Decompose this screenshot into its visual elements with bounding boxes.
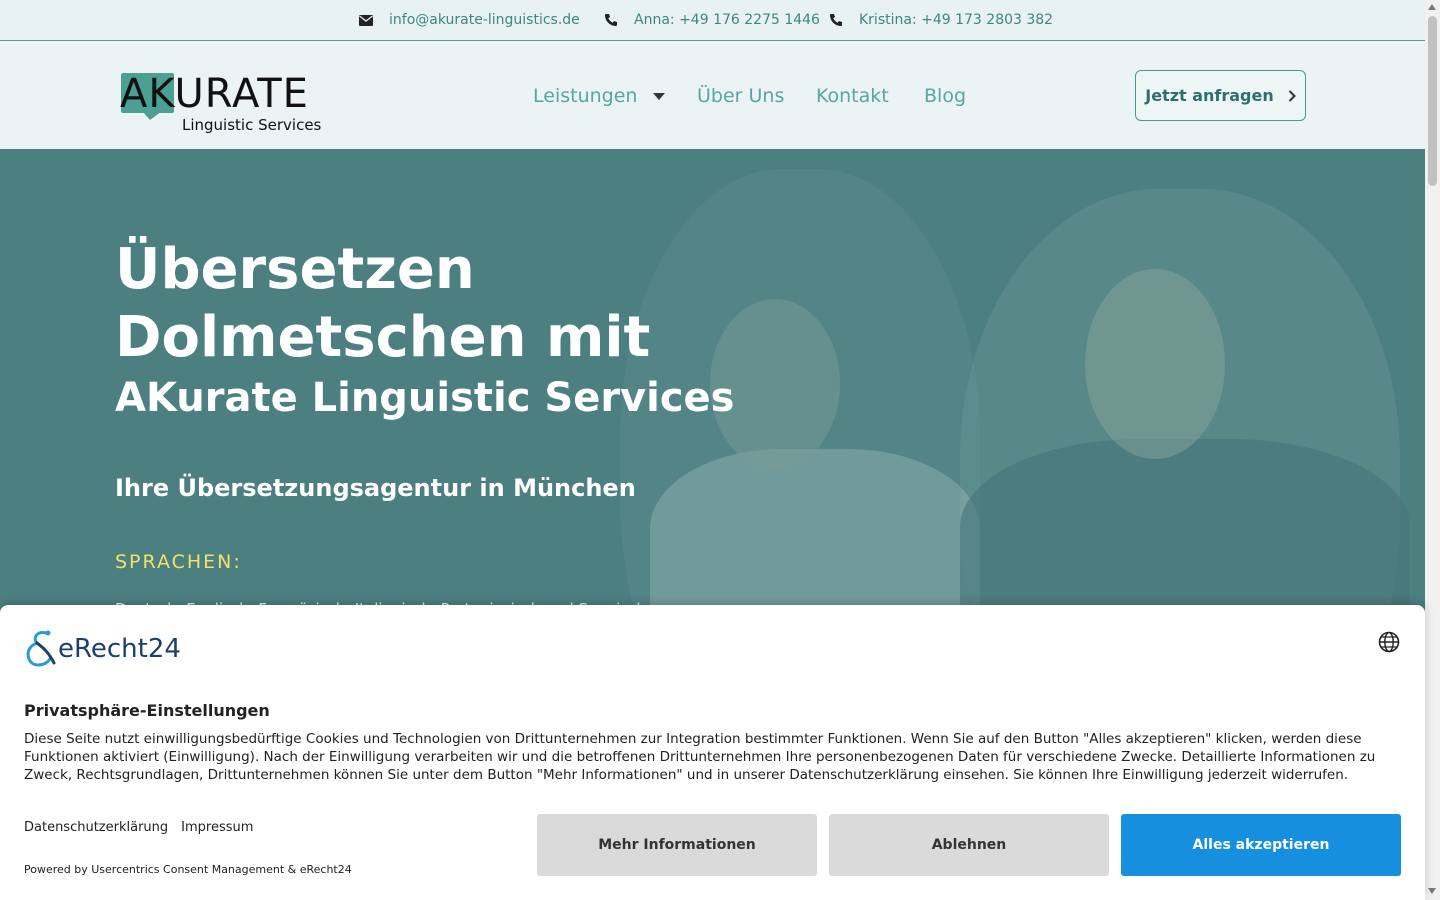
phone-anna-text: Anna: +49 176 2275 1446 (634, 12, 820, 28)
nav-kontakt-label: Kontakt (816, 85, 889, 107)
scrollbar-thumb[interactable] (1428, 16, 1437, 186)
chevron-right-icon (1288, 89, 1296, 102)
nav-leistungen-label: Leistungen (533, 85, 638, 107)
email-text: info@akurate-linguistics.de (389, 12, 580, 28)
logo-subtitle: Linguistic Services (182, 116, 322, 134)
languages-heading: SPRACHEN: (115, 551, 242, 573)
accept-all-button[interactable]: Alles akzeptieren (1121, 814, 1401, 876)
nav-kontakt[interactable]: Kontakt (816, 85, 889, 107)
hero-subtitle: Ihre Übersetzungsagentur in München (115, 474, 636, 502)
hero-heading-line2: Dolmetschen mit (115, 305, 651, 370)
cookie-consent-banner: eRecht24 Privatsphäre-Einstellungen Dies… (0, 605, 1425, 900)
nav-leistungen[interactable]: Leistungen (533, 85, 666, 107)
page-scrollbar[interactable] (1425, 0, 1440, 900)
imprint-link[interactable]: Impressum (181, 820, 253, 835)
hero-heading-line3: AKurate Linguistic Services (115, 375, 735, 421)
envelope-icon (359, 14, 373, 26)
phone-icon (604, 13, 618, 27)
globe-icon[interactable] (1378, 631, 1400, 653)
phone-kristina-link[interactable]: Kristina: +49 173 2803 382 (829, 0, 1053, 40)
consent-links: Datenschutzerklärung Impressum (24, 820, 253, 835)
consent-title: Privatsphäre-Einstellungen (24, 701, 270, 720)
powered-by-text: Powered by Usercentrics Consent Manageme… (24, 863, 352, 876)
erecht24-brand-name: eRecht24 (58, 634, 181, 664)
privacy-policy-link[interactable]: Datenschutzerklärung (24, 820, 168, 835)
nav-blog-label: Blog (924, 85, 966, 107)
decline-button[interactable]: Ablehnen (829, 814, 1109, 876)
erecht24-brand: eRecht24 (24, 629, 181, 669)
cta-label: Jetzt anfragen (1145, 86, 1274, 105)
logo-wordmark: AKURATE (120, 71, 309, 117)
site-header: AKURATE Linguistic Services Leistungen Ü… (0, 41, 1425, 149)
scroll-up-arrow-icon[interactable] (1428, 4, 1436, 10)
contact-topbar: info@akurate-linguistics.de Anna: +49 17… (0, 0, 1425, 41)
nav-blog[interactable]: Blog (924, 85, 966, 107)
scroll-down-arrow-icon[interactable] (1428, 888, 1436, 894)
email-link[interactable]: info@akurate-linguistics.de (359, 0, 580, 40)
phone-icon (829, 13, 843, 27)
phone-anna-link[interactable]: Anna: +49 176 2275 1446 (604, 0, 820, 40)
chevron-down-icon (653, 92, 666, 100)
erecht24-logo-icon (24, 629, 58, 669)
site-logo[interactable]: AKURATE Linguistic Services (120, 69, 322, 135)
jetzt-anfragen-button[interactable]: Jetzt anfragen (1135, 70, 1306, 121)
hero-heading-line1: Übersetzen (115, 237, 475, 302)
consent-description: Diese Seite nutzt einwilligungsbedürftig… (24, 731, 1376, 783)
nav-ueber-uns[interactable]: Über Uns (697, 85, 784, 107)
more-information-button[interactable]: Mehr Informationen (537, 814, 817, 876)
nav-ueber-uns-label: Über Uns (697, 85, 785, 107)
phone-kristina-text: Kristina: +49 173 2803 382 (859, 12, 1054, 28)
hero-photo-face-right (1085, 269, 1225, 459)
